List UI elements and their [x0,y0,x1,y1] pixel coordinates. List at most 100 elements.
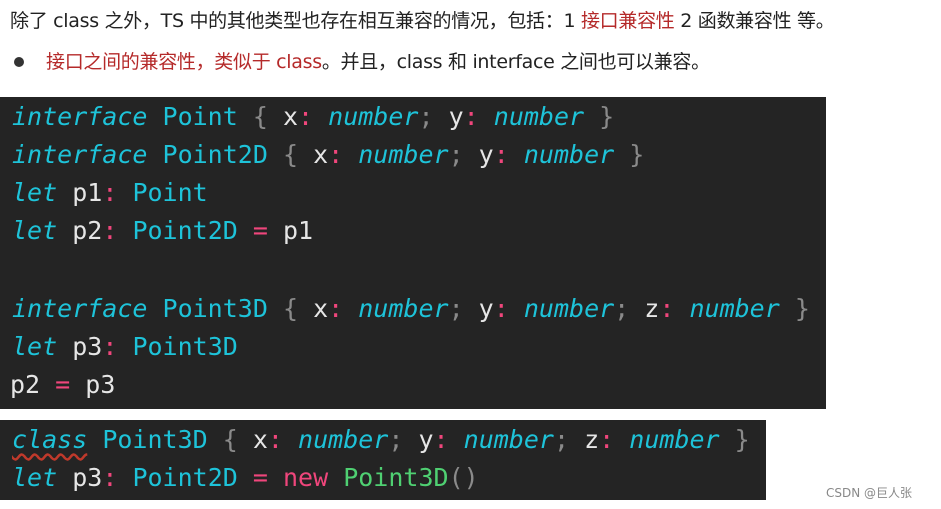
code-token: : [102,178,118,207]
bullet-text: 。并且，class 和 interface 之间也可以兼容。 [321,51,710,73]
bullet-highlight: 接口之间的兼容性，类似于 class [46,51,322,73]
code-token: : [659,294,675,323]
code-token: : [599,425,615,454]
code-token: let [12,463,58,492]
code-token: : [463,102,479,131]
code-token: number [358,294,449,323]
code-token: : [298,102,314,131]
code-block-2: class Point3D { x: number; y: number; z:… [0,420,766,500]
code-token: { [252,102,268,131]
code-token: x [298,140,329,169]
code-token: ; [388,425,404,454]
code-token: let [12,178,58,207]
code-token: interface [12,140,148,169]
watermark: CSDN @巨人张 [826,486,913,500]
code-token: class [12,425,88,454]
intro-text-a: 除了 class 之外，TS 中的其他类型也存在相互兼容的情况，包括：1 [10,10,581,32]
code-token: p3 [57,332,103,361]
code-token: z [629,294,660,323]
code-token: p3 [57,463,103,492]
code-line: let p1: Point [12,174,208,212]
code-token: p3 [70,370,116,399]
code-line: p2 = p3 [10,366,115,404]
code-token: x [298,294,329,323]
code-token: p2 [10,370,56,399]
code-token: y [433,102,464,131]
code-token: y [463,294,494,323]
code-token: } [614,140,645,169]
code-token: z [569,425,600,454]
code-token: : [433,425,449,454]
code-token: } [719,425,750,454]
code-token: number [493,102,585,131]
code-token: { [282,294,299,323]
code-token: number [328,102,419,131]
code-token: : [102,463,118,492]
code-token: { [222,425,238,454]
code-token: Point [132,178,208,207]
code-token: x [237,425,268,454]
code-token: : [102,332,118,361]
code-token: ; [614,294,630,323]
code-token: y [463,140,494,169]
code-token: = [252,463,268,492]
code-token: Point [162,102,238,131]
code-token: p2 [57,216,103,245]
code-token: } [584,102,615,131]
code-token: Point3D [162,294,268,323]
code-token: p1 [57,178,103,207]
bullet-icon [14,56,24,67]
code-token: let [12,216,58,245]
code-token: : [267,425,283,454]
code-line: let p2: Point2D = p1 [12,212,313,250]
code-token: = [252,216,268,245]
code-token: ; [448,294,464,323]
code-block-1: interface Point { x: number; y: number }… [0,97,826,409]
code-token: Point3D [132,332,238,361]
code-line: let p3: Point2D = new Point3D() [12,459,479,497]
code-token: Point2D [132,463,238,492]
intro-highlight: 接口兼容性 [580,10,675,32]
code-token: p1 [267,216,314,245]
code-line: interface Point3D { x: number; y: number… [12,290,810,328]
code-token: : [102,216,118,245]
code-token: let [12,332,58,361]
code-line: interface Point2D { x: number; y: number… [12,136,644,174]
code-token: interface [12,294,148,323]
code-token: Point3D [102,425,208,454]
code-token: } [779,294,810,323]
bullet-item: 接口之间的兼容性，类似于 class。并且，class 和 interface … [10,47,710,74]
code-token: number [689,294,780,323]
code-token: ; [448,140,464,169]
code-token: Point2D [162,140,268,169]
code-token: number [298,425,389,454]
intro-paragraph: 除了 class 之外，TS 中的其他类型也存在相互兼容的情况，包括：1 接口兼… [10,6,835,33]
code-token: number [523,294,615,323]
code-token: : [493,140,509,169]
code-token: : [328,140,344,169]
code-token: () [448,463,479,492]
code-token: = [55,370,71,399]
code-token: x [267,102,299,131]
code-line: let p3: Point3D [12,328,238,366]
